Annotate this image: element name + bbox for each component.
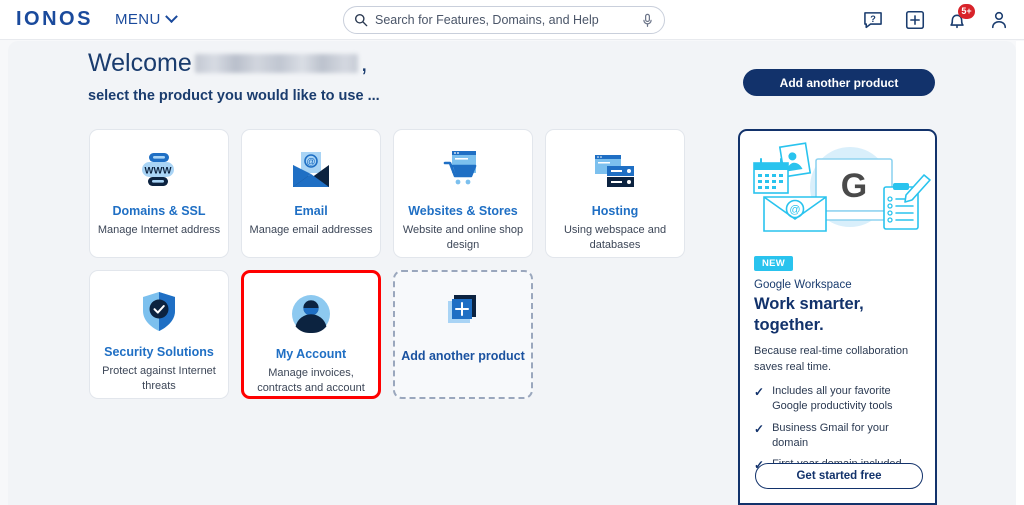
redacted-user-name <box>195 54 358 73</box>
list-item: ✓ Business Gmail for your domain <box>754 421 921 451</box>
product-card-desc: Website and online shop design <box>394 223 532 253</box>
google-workspace-illustration: G <box>746 137 929 247</box>
search-bar[interactable] <box>343 6 665 34</box>
product-card-desc: Manage Internet address <box>92 223 226 238</box>
check-icon: ✓ <box>754 421 764 451</box>
product-card-title: Security Solutions <box>104 345 214 359</box>
email-envelope-icon: @ <box>288 148 334 194</box>
page-subtitle: select the product you would like to use… <box>88 88 380 104</box>
svg-text:?: ? <box>870 14 876 24</box>
list-item-label: Business Gmail for your domain <box>772 421 921 451</box>
add-another-product-button[interactable]: Add another product <box>743 69 935 96</box>
welcome-prefix: Welcome <box>88 49 192 78</box>
svg-text:WWW: WWW <box>145 166 172 177</box>
list-item: ✓ Includes all your favorite Google prod… <box>754 384 921 414</box>
product-card-security-solutions[interactable]: Security Solutions Protect against Inter… <box>89 270 229 399</box>
welcome-suffix: , <box>361 49 368 78</box>
product-card-hosting[interactable]: Hosting Using webspace and databases <box>545 129 685 258</box>
ionos-dashboard: IONOS MENU ? <box>0 0 1024 505</box>
search-input[interactable] <box>375 13 634 27</box>
product-card-desc: Protect against Internet threats <box>90 364 228 394</box>
product-card-domains-ssl[interactable]: WWW Domains & SSL Manage Internet addres… <box>89 129 229 258</box>
notification-badge: 5+ <box>958 4 975 19</box>
shopping-cart-icon <box>439 148 487 194</box>
product-card-title: Email <box>294 204 327 218</box>
product-row-2: Security Solutions Protect against Inter… <box>89 270 721 399</box>
promo-headline-line2: together. <box>754 315 921 336</box>
notifications-icon[interactable]: 5+ <box>946 9 968 31</box>
chevron-down-icon <box>165 10 178 23</box>
promo-kicker: Google Workspace <box>754 279 921 291</box>
menu-label: MENU <box>115 11 161 28</box>
product-card-title: Websites & Stores <box>408 204 518 218</box>
new-badge: NEW <box>754 256 793 271</box>
product-card-desc: Manage email addresses <box>244 223 379 238</box>
main-content: Welcome , select the product you would l… <box>8 41 1016 505</box>
check-icon: ✓ <box>754 384 764 414</box>
www-domain-icon: WWW <box>135 148 183 194</box>
promo-headline: Work smarter, together. <box>754 294 921 335</box>
add-plus-squares-icon <box>441 290 485 336</box>
user-account-icon[interactable] <box>988 9 1010 31</box>
user-avatar-icon <box>289 291 333 337</box>
product-card-title: Add another product <box>401 348 525 365</box>
shield-check-icon <box>137 289 181 335</box>
product-card-desc: Using webspace and databases <box>546 223 684 253</box>
product-grid: WWW Domains & SSL Manage Internet addres… <box>89 129 721 411</box>
product-card-email[interactable]: @ Email Manage email addresses <box>241 129 381 258</box>
product-card-title: My Account <box>276 347 346 361</box>
product-card-desc: Manage invoices, contracts and account <box>244 366 378 396</box>
header-icon-group: ? 5+ <box>862 0 1010 40</box>
promo-headline-line1: Work smarter, <box>754 294 921 315</box>
product-card-my-account[interactable]: My Account Manage invoices, contracts an… <box>241 270 381 399</box>
svg-text:@: @ <box>306 157 315 167</box>
promo-subtext: Because real-time collaboration saves re… <box>754 344 921 375</box>
welcome-heading: Welcome , <box>88 49 368 78</box>
svg-text:@: @ <box>789 204 800 216</box>
get-started-free-button[interactable]: Get started free <box>755 463 923 489</box>
promo-benefits-list: ✓ Includes all your favorite Google prod… <box>754 384 921 474</box>
server-hosting-icon <box>591 148 639 194</box>
product-card-add-another-product[interactable]: Add another product <box>393 270 533 399</box>
product-card-websites-stores[interactable]: Websites & Stores Website and online sho… <box>393 129 533 258</box>
google-workspace-promo-panel[interactable]: G <box>738 129 937 505</box>
menu-button[interactable]: MENU <box>115 11 176 28</box>
add-icon[interactable] <box>904 9 926 31</box>
list-item-label: Includes all your favorite Google produc… <box>772 384 921 414</box>
product-card-title: Hosting <box>592 204 639 218</box>
product-row-1: WWW Domains & SSL Manage Internet addres… <box>89 129 721 258</box>
product-card-title: Domains & SSL <box>112 204 205 218</box>
ionos-logo[interactable]: IONOS <box>16 8 93 31</box>
scrollbar[interactable] <box>1016 41 1024 505</box>
promo-text-block: NEW Google Workspace Work smarter, toget… <box>740 247 935 474</box>
search-icon <box>354 13 368 27</box>
svg-text:G: G <box>841 167 867 205</box>
help-icon[interactable]: ? <box>862 9 884 31</box>
top-header: IONOS MENU ? <box>0 0 1024 40</box>
microphone-icon[interactable] <box>641 13 654 28</box>
